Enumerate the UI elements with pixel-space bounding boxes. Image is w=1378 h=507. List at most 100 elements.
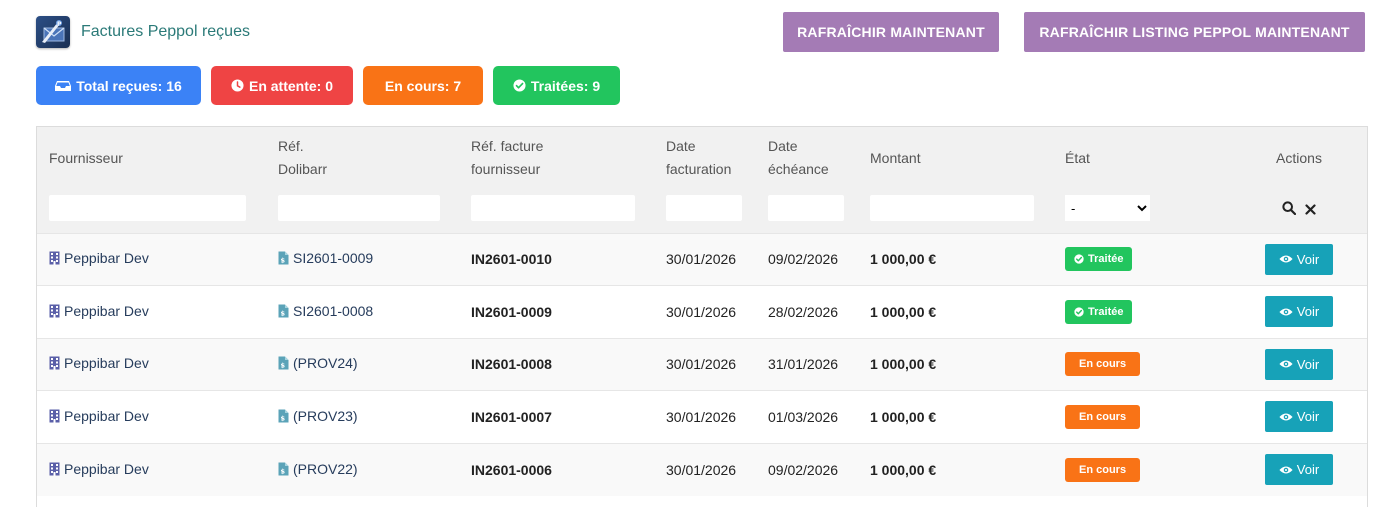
ref-dolibarr-link[interactable]: $ SI2601-0009 <box>278 250 373 266</box>
processed-label: Traitées: 9 <box>530 77 601 94</box>
svg-text:$: $ <box>281 309 286 317</box>
filter-supplier-input[interactable] <box>49 195 246 221</box>
ref-supplier-cell: IN2601-0010 <box>471 251 552 268</box>
table-row: Peppibar Dev $ SI2601-0008 IN2601-0009 30/01… <box>37 285 1367 338</box>
ref-dolibarr-text: (PROV22) <box>293 460 358 477</box>
state-badge: Traitée <box>1065 299 1133 324</box>
table-row: Peppibar Dev $ SI2601-0009 IN2601-0010 30/01… <box>37 233 1367 286</box>
check-circle-icon <box>513 79 526 92</box>
ref-dolibarr-link[interactable]: $ (PROV22) <box>278 461 358 477</box>
view-invoice-button[interactable]: Voir <box>1265 296 1333 328</box>
due-date-cell: 09/02/2026 <box>768 461 839 478</box>
filter-due-date-input[interactable] <box>768 195 844 221</box>
column-header-state[interactable]: État <box>1065 127 1231 185</box>
processed-badge[interactable]: Traitées: 9 <box>493 66 620 105</box>
filter-invoice-date-input[interactable] <box>666 195 742 221</box>
state-badge: Traitée <box>1065 247 1133 272</box>
svg-text:$: $ <box>281 257 286 265</box>
clear-filters-icon[interactable] <box>1305 202 1317 218</box>
invoice-date-cell: 30/01/2026 <box>666 356 737 373</box>
state-label: En cours <box>1079 410 1127 423</box>
check-circle-icon <box>1074 254 1084 264</box>
ref-dolibarr-link[interactable]: $ SI2601-0008 <box>278 303 373 319</box>
pending-label: En attente: 0 <box>248 77 333 94</box>
search-icon[interactable] <box>1281 201 1296 218</box>
ref-supplier-cell: IN2601-0006 <box>471 461 552 478</box>
table-body: Peppibar Dev $ SI2601-0009 IN2601-0010 30/01… <box>37 233 1367 496</box>
due-date-cell: 09/02/2026 <box>768 251 839 268</box>
eye-icon <box>1279 465 1293 475</box>
clock-icon <box>231 79 244 92</box>
view-label: Voir <box>1296 356 1320 372</box>
in-progress-badge[interactable]: En cours: 7 <box>363 66 483 105</box>
supplier-link[interactable]: Peppibar Dev <box>49 461 149 477</box>
refresh-peppol-listing-button[interactable]: RAFRAÎCHIR LISTING PEPPOL MAINTENANT <box>1024 12 1365 52</box>
building-icon <box>49 462 60 476</box>
ref-dolibarr-link[interactable]: $ (PROV23) <box>278 408 358 424</box>
amount-cell: 1 000,00 € <box>870 251 937 268</box>
supplier-link[interactable]: Peppibar Dev <box>49 303 149 319</box>
building-icon <box>49 251 60 265</box>
eye-icon <box>1279 412 1293 422</box>
column-header-ref-dolibarr[interactable]: Réf. Dolibarr <box>278 127 471 185</box>
pending-badge[interactable]: En attente: 0 <box>211 66 353 105</box>
invoice-date-cell: 30/01/2026 <box>666 251 737 268</box>
state-badge: En cours <box>1065 457 1141 482</box>
view-label: Voir <box>1296 304 1320 320</box>
refresh-now-button[interactable]: RAFRAÎCHIR MAINTENANT <box>783 12 999 52</box>
column-header-amount[interactable]: Montant <box>870 127 1065 185</box>
supplier-link[interactable]: Peppibar Dev <box>49 408 149 424</box>
view-invoice-button[interactable]: Voir <box>1265 243 1333 275</box>
view-invoice-button[interactable]: Voir <box>1265 401 1333 433</box>
amount-cell: 1 000,00 € <box>870 408 937 425</box>
supplier-name: Peppibar Dev <box>64 407 149 424</box>
svg-text:$: $ <box>281 467 286 475</box>
state-label: Traitée <box>1088 305 1124 318</box>
ref-dolibarr-link[interactable]: $ (PROV24) <box>278 355 358 371</box>
view-label: Voir <box>1296 251 1320 267</box>
amount-cell: 1 000,00 € <box>870 303 937 320</box>
state-label: Traitée <box>1088 253 1124 266</box>
check-circle-icon <box>1074 307 1084 317</box>
column-header-actions: Actions <box>1276 149 1322 166</box>
view-invoice-button[interactable]: Voir <box>1265 348 1333 380</box>
view-invoice-button[interactable]: Voir <box>1265 454 1333 485</box>
supplier-name: Peppibar Dev <box>64 460 149 477</box>
invoice-file-icon: $ <box>278 462 289 476</box>
table-row: Peppibar Dev $ (PROV23) IN2601-0007 30/01/20… <box>37 390 1367 443</box>
invoices-table: Fournisseur Réf. Dolibarr Réf. facture fou… <box>37 127 1367 496</box>
building-icon <box>49 409 60 423</box>
total-received-label: Total reçues: 16 <box>76 77 182 94</box>
column-header-invoice-date[interactable]: Date facturation <box>666 127 768 185</box>
table-filter-row: - <box>37 185 1367 233</box>
supplier-link[interactable]: Peppibar Dev <box>49 250 149 266</box>
eye-icon <box>1279 254 1293 264</box>
view-label: Voir <box>1296 409 1320 425</box>
filter-amount-input[interactable] <box>870 195 1034 221</box>
state-badge: En cours <box>1065 404 1141 429</box>
column-header-ref-supplier[interactable]: Réf. facture fournisseur <box>471 127 666 185</box>
supplier-link[interactable]: Peppibar Dev <box>49 355 149 371</box>
invoice-file-icon: $ <box>278 409 289 423</box>
invoice-date-cell: 30/01/2026 <box>666 408 737 425</box>
eye-icon <box>1279 359 1293 369</box>
table-header-row: Fournisseur Réf. Dolibarr Réf. facture fou… <box>37 127 1367 185</box>
due-date-cell: 28/02/2026 <box>768 303 839 320</box>
column-header-due-date[interactable]: Date échéance <box>768 127 870 185</box>
amount-cell: 1 000,00 € <box>870 356 937 373</box>
state-label: En cours <box>1079 358 1127 371</box>
ref-dolibarr-text: SI2601-0008 <box>293 302 374 319</box>
invoices-table-container: Fournisseur Réf. Dolibarr Réf. facture fou… <box>36 126 1368 507</box>
filter-state-select[interactable]: - <box>1065 195 1150 221</box>
svg-text:$: $ <box>281 414 286 422</box>
ref-dolibarr-text: (PROV24) <box>293 355 358 372</box>
total-received-badge[interactable]: Total reçues: 16 <box>36 66 201 105</box>
invoice-file-icon: $ <box>278 304 289 318</box>
page-title: Factures Peppol reçues <box>81 23 250 40</box>
column-header-supplier[interactable]: Fournisseur <box>37 127 278 185</box>
building-icon <box>49 304 60 318</box>
table-row: Peppibar Dev $ (PROV22) IN2601-0006 30/01/20… <box>37 443 1367 496</box>
filter-ref-dolibarr-input[interactable] <box>278 195 440 221</box>
page-header: P Factures Peppol reçues <box>36 16 250 48</box>
filter-ref-supplier-input[interactable] <box>471 195 635 221</box>
